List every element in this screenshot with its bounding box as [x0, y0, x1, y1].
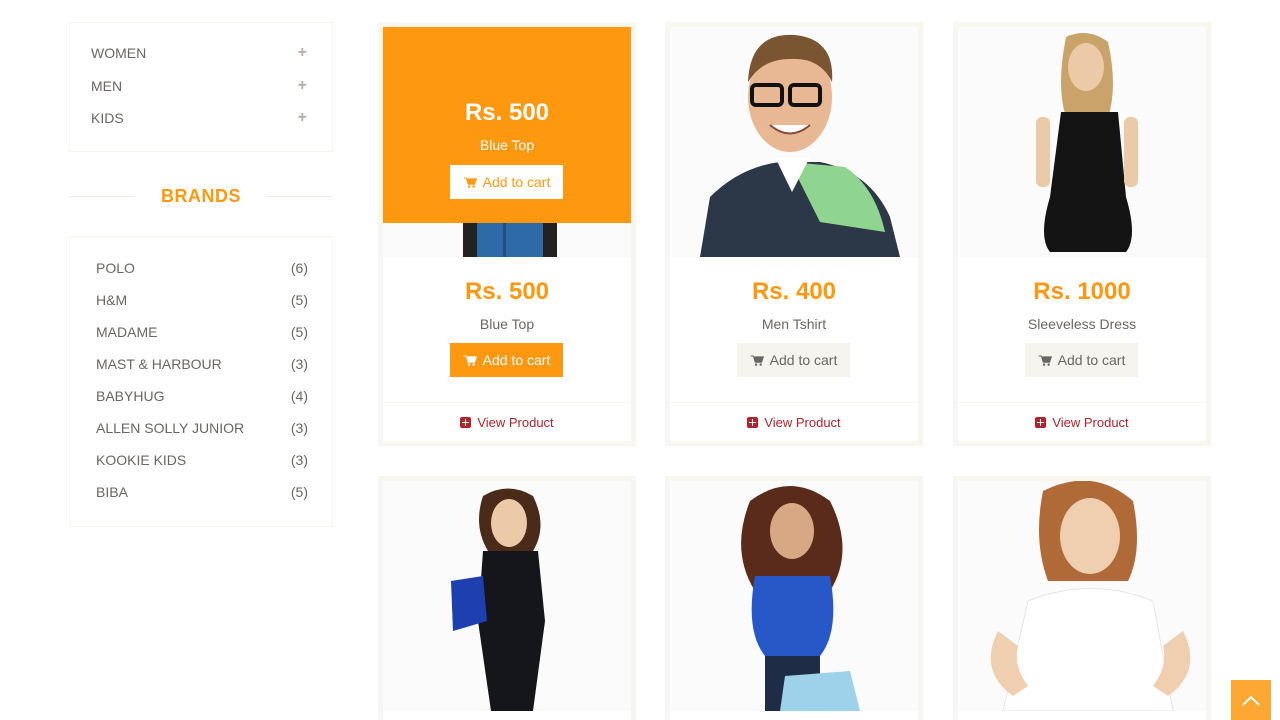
- plus-icon[interactable]: +: [298, 106, 307, 130]
- plus-icon[interactable]: +: [298, 74, 307, 98]
- product-image: [383, 481, 631, 711]
- brand-count: (3): [290, 452, 308, 468]
- category-kids[interactable]: KIDS +: [91, 106, 307, 130]
- cart-icon: [463, 176, 477, 188]
- product-image: [670, 481, 918, 711]
- brand-count: (6): [290, 260, 308, 276]
- brand-count: (4): [290, 388, 308, 404]
- product-price: Rs. 500: [464, 278, 550, 305]
- cart-icon: [1038, 354, 1052, 366]
- product-card: Rs. 1000 Sleeveless Dress Add to cart Vi…: [953, 22, 1211, 446]
- plus-icon[interactable]: +: [298, 41, 307, 65]
- product-price: Rs. 1000: [1033, 278, 1131, 305]
- product-image: [958, 27, 1206, 257]
- view-product-link[interactable]: View Product: [958, 402, 1206, 441]
- brand-count: (5): [290, 324, 308, 340]
- cart-label: Add to cart: [482, 174, 551, 190]
- brand-item-madame[interactable]: MADAME (5): [96, 321, 308, 343]
- brand-name: H&M: [96, 292, 128, 308]
- brand-name: MAST & HARBOUR: [96, 356, 222, 372]
- brand-name: BIBA: [96, 484, 128, 500]
- brand-count: (3): [290, 420, 308, 436]
- brand-count: (5): [290, 484, 308, 500]
- brand-item-allen-solly-junior[interactable]: ALLEN SOLLY JUNIOR (3): [96, 417, 308, 439]
- category-women[interactable]: WOMEN +: [91, 41, 307, 65]
- brand-item-biba[interactable]: BIBA (5): [96, 481, 308, 503]
- cart-label: Add to cart: [482, 352, 551, 368]
- product-name: Blue Top: [479, 316, 535, 332]
- product-name: Sleeveless Dress: [1027, 316, 1137, 332]
- product-overlay: Rs. 500 Blue Top Add to cart: [383, 27, 631, 223]
- product-card: [378, 476, 636, 720]
- cart-icon: [750, 354, 764, 366]
- add-to-cart-button[interactable]: Add to cart: [450, 343, 563, 377]
- overlay-name: Blue Top: [479, 137, 535, 153]
- overlay-price: Rs. 500: [464, 99, 550, 126]
- brand-name: ALLEN SOLLY JUNIOR: [96, 420, 245, 436]
- brands-heading: BRANDS: [160, 186, 241, 206]
- product-card: [953, 476, 1211, 720]
- plus-square-icon: [460, 416, 472, 428]
- view-product-link[interactable]: View Product: [670, 402, 918, 441]
- brand-count: (3): [290, 356, 308, 372]
- overlay-add-to-cart-button[interactable]: Add to cart: [450, 165, 563, 199]
- product-image: [670, 27, 918, 257]
- product-name: Men Tshirt: [761, 316, 827, 332]
- view-product-label: View Product: [1052, 414, 1129, 430]
- chevron-up-icon: [1242, 695, 1260, 706]
- brands-panel: POLO (6) H&M (5) MADAME (5) MAST & HARBO…: [69, 236, 333, 527]
- plus-square-icon: [1035, 416, 1047, 428]
- product-card: [665, 476, 923, 720]
- brand-item-mast-harbour[interactable]: MAST & HARBOUR (3): [96, 353, 308, 375]
- brand-item-polo[interactable]: POLO (6): [96, 257, 308, 279]
- scroll-to-top-button[interactable]: [1231, 680, 1271, 720]
- cart-label: Add to cart: [769, 352, 838, 368]
- product-card: Rs. 500 Blue Top Add to cart Rs. 500 Blu…: [378, 22, 636, 446]
- brand-name: MADAME: [96, 324, 158, 340]
- brand-item-hm[interactable]: H&M (5): [96, 289, 308, 311]
- view-product-label: View Product: [477, 414, 554, 430]
- category-panel: WOMEN + MEN + KIDS +: [69, 22, 333, 152]
- brand-name: KOOKIE KIDS: [96, 452, 187, 468]
- view-product-label: View Product: [764, 414, 841, 430]
- product-image: [958, 481, 1206, 711]
- add-to-cart-button[interactable]: Add to cart: [1025, 343, 1138, 377]
- category-label: KIDS: [91, 110, 124, 126]
- brand-name: POLO: [96, 260, 135, 276]
- product-card: Rs. 400 Men Tshirt Add to cart View Prod…: [665, 22, 923, 446]
- cart-label: Add to cart: [1057, 352, 1126, 368]
- plus-square-icon: [747, 416, 759, 428]
- brand-name: BABYHUG: [96, 388, 165, 404]
- cart-icon: [463, 354, 477, 366]
- product-price: Rs. 400: [751, 278, 837, 305]
- brands-heading-wrap: BRANDS: [69, 182, 333, 212]
- brand-item-kookie-kids[interactable]: KOOKIE KIDS (3): [96, 449, 308, 471]
- category-label: MEN: [91, 78, 123, 94]
- category-men[interactable]: MEN +: [91, 74, 307, 98]
- add-to-cart-button[interactable]: Add to cart: [737, 343, 850, 377]
- brand-item-babyhug[interactable]: BABYHUG (4): [96, 385, 308, 407]
- view-product-link[interactable]: View Product: [383, 402, 631, 441]
- brand-count: (5): [290, 292, 308, 308]
- category-label: WOMEN: [91, 45, 147, 61]
